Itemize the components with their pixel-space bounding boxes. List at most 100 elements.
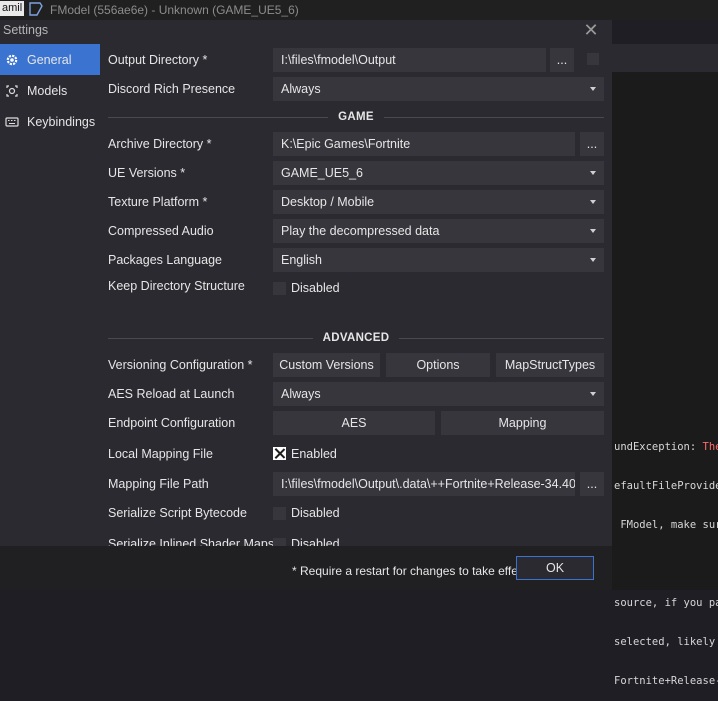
sidebar-item-label: Models xyxy=(27,83,68,98)
compressed-audio-row: Compressed Audio Play the decompressed d… xyxy=(100,219,612,245)
chevron-down-icon xyxy=(590,229,596,233)
aes-reload-row: AES Reload at Launch Always xyxy=(100,382,612,408)
log-line: selected, likely u xyxy=(614,636,718,648)
keep-directory-label: Keep Directory Structure xyxy=(108,279,245,293)
serialize-bytecode-checkbox[interactable] xyxy=(273,507,286,520)
game-section-header: GAME xyxy=(108,110,605,124)
texture-platform-label: Texture Platform * xyxy=(108,195,208,209)
ue-versions-row: UE Versions * GAME_UE5_6 xyxy=(100,161,612,187)
compressed-audio-label: Compressed Audio xyxy=(108,224,214,238)
packages-language-row: Packages Language English xyxy=(100,248,612,274)
output-directory-browse-button[interactable]: ... xyxy=(550,48,574,72)
divider xyxy=(108,337,313,339)
serialize-bytecode-row: Serialize Script Bytecode Disabled xyxy=(100,506,612,532)
background-log: undException: The efaultFileProvider FMo… xyxy=(614,415,718,701)
archive-directory-row: Archive Directory * K:\Epic Games\Fortni… xyxy=(100,132,612,158)
gear-icon xyxy=(5,53,19,67)
advanced-section-title: ADVANCED xyxy=(322,332,390,344)
packages-language-label: Packages Language xyxy=(108,253,222,267)
keep-directory-state: Disabled xyxy=(291,281,340,295)
chevron-down-icon xyxy=(590,200,596,204)
restart-note: * Require a restart for changes to take … xyxy=(292,564,528,578)
ue-versions-value: GAME_UE5_6 xyxy=(281,166,363,180)
log-line: Fortnite+Release-3 xyxy=(614,675,718,687)
local-mapping-label: Local Mapping File xyxy=(108,447,213,461)
sidebar-item-general[interactable]: General xyxy=(0,44,100,75)
settings-dialog: Settings ✕ General Models Keybindings Ou… xyxy=(0,20,612,590)
output-directory-input[interactable]: I:\files\fmodel\Output xyxy=(273,48,546,72)
settings-sidebar: General Models Keybindings xyxy=(0,44,100,137)
aes-endpoint-button[interactable]: AES xyxy=(273,411,435,435)
discord-presence-value: Always xyxy=(281,82,321,96)
texture-platform-value: Desktop / Mobile xyxy=(281,195,375,209)
endpoint-row: Endpoint Configuration AES Mapping xyxy=(100,411,612,437)
aes-reload-label: AES Reload at Launch xyxy=(108,387,235,401)
chevron-down-icon xyxy=(590,171,596,175)
sidebar-item-label: Keybindings xyxy=(27,114,96,129)
log-line: source, if you pai xyxy=(614,597,718,609)
sidebar-item-models[interactable]: Models xyxy=(0,75,100,106)
serialize-bytecode-label: Serialize Script Bytecode xyxy=(108,506,247,520)
packages-language-select[interactable]: English xyxy=(273,248,604,272)
ue-versions-select[interactable]: GAME_UE5_6 xyxy=(273,161,604,185)
game-section-title: GAME xyxy=(338,111,374,123)
local-mapping-checkbox[interactable] xyxy=(273,447,286,460)
mapping-path-input[interactable]: I:\files\fmodel\Output\.data\++Fortnite+… xyxy=(273,472,575,496)
ue-versions-label: UE Versions * xyxy=(108,166,186,180)
map-struct-types-button[interactable]: MapStructTypes xyxy=(496,353,604,377)
log-line: undException: The xyxy=(614,441,718,453)
dialog-title: Settings xyxy=(3,23,49,37)
model-icon xyxy=(5,84,19,98)
background-window-title: FModel (556ae6e) - Unknown (GAME_UE5_6) xyxy=(50,3,299,17)
archive-directory-input[interactable]: K:\Epic Games\Fortnite xyxy=(273,132,575,156)
mapping-path-label: Mapping File Path xyxy=(108,477,209,491)
chevron-down-icon xyxy=(590,87,596,91)
keep-directory-checkbox[interactable] xyxy=(273,282,286,295)
ok-button[interactable]: OK xyxy=(516,556,594,580)
endpoint-label: Endpoint Configuration xyxy=(108,416,236,430)
versioning-row: Versioning Configuration * Custom Versio… xyxy=(100,353,612,379)
archive-directory-label: Archive Directory * xyxy=(108,137,212,151)
compressed-audio-select[interactable]: Play the decompressed data xyxy=(273,219,604,243)
discord-presence-label: Discord Rich Presence xyxy=(108,82,236,96)
sidebar-item-label: General xyxy=(27,52,72,67)
background-titlebar: amil FModel (556ae6e) - Unknown (GAME_UE… xyxy=(0,0,718,20)
mapping-endpoint-button[interactable]: Mapping xyxy=(441,411,604,435)
custom-versions-button[interactable]: Custom Versions xyxy=(273,353,380,377)
divider xyxy=(383,116,605,118)
sidebar-item-keybindings[interactable]: Keybindings xyxy=(0,106,100,137)
texture-platform-select[interactable]: Desktop / Mobile xyxy=(273,190,604,214)
aes-reload-value: Always xyxy=(281,387,321,401)
compressed-audio-value: Play the decompressed data xyxy=(281,224,440,238)
advanced-section-header: ADVANCED xyxy=(108,331,604,345)
packages-language-value: English xyxy=(281,253,322,267)
chevron-down-icon xyxy=(590,392,596,396)
discord-presence-select[interactable]: Always xyxy=(273,77,604,101)
archive-directory-browse-button[interactable]: ... xyxy=(580,132,604,156)
mapping-path-row: Mapping File Path I:\files\fmodel\Output… xyxy=(100,472,612,498)
log-line: FModel, make sure xyxy=(614,519,718,531)
output-directory-label: Output Directory * xyxy=(108,53,208,67)
local-mapping-state: Enabled xyxy=(291,447,337,461)
output-directory-row: Output Directory * I:\files\fmodel\Outpu… xyxy=(100,48,612,74)
background-panel-header xyxy=(612,44,718,72)
dialog-footer: * Require a restart for changes to take … xyxy=(0,546,612,590)
texture-platform-row: Texture Platform * Desktop / Mobile xyxy=(100,190,612,216)
close-icon[interactable]: ✕ xyxy=(580,20,602,42)
mapping-path-browse-button[interactable]: ... xyxy=(580,472,604,496)
fmodel-app-icon xyxy=(29,2,43,16)
aes-reload-select[interactable]: Always xyxy=(273,382,604,406)
divider xyxy=(399,337,604,339)
serialize-bytecode-state: Disabled xyxy=(291,506,340,520)
keyboard-icon xyxy=(5,115,19,129)
local-mapping-row: Local Mapping File Enabled xyxy=(100,444,612,470)
divider xyxy=(108,116,329,118)
keep-directory-row: Keep Directory Structure Disabled xyxy=(100,279,612,305)
log-line: efaultFileProvider xyxy=(614,480,718,492)
versioning-label: Versioning Configuration * xyxy=(108,358,253,372)
chevron-down-icon xyxy=(590,258,596,262)
discord-presence-row: Discord Rich Presence Always xyxy=(100,77,612,103)
taskbar-item[interactable]: amil xyxy=(0,1,25,16)
options-button[interactable]: Options xyxy=(386,353,490,377)
